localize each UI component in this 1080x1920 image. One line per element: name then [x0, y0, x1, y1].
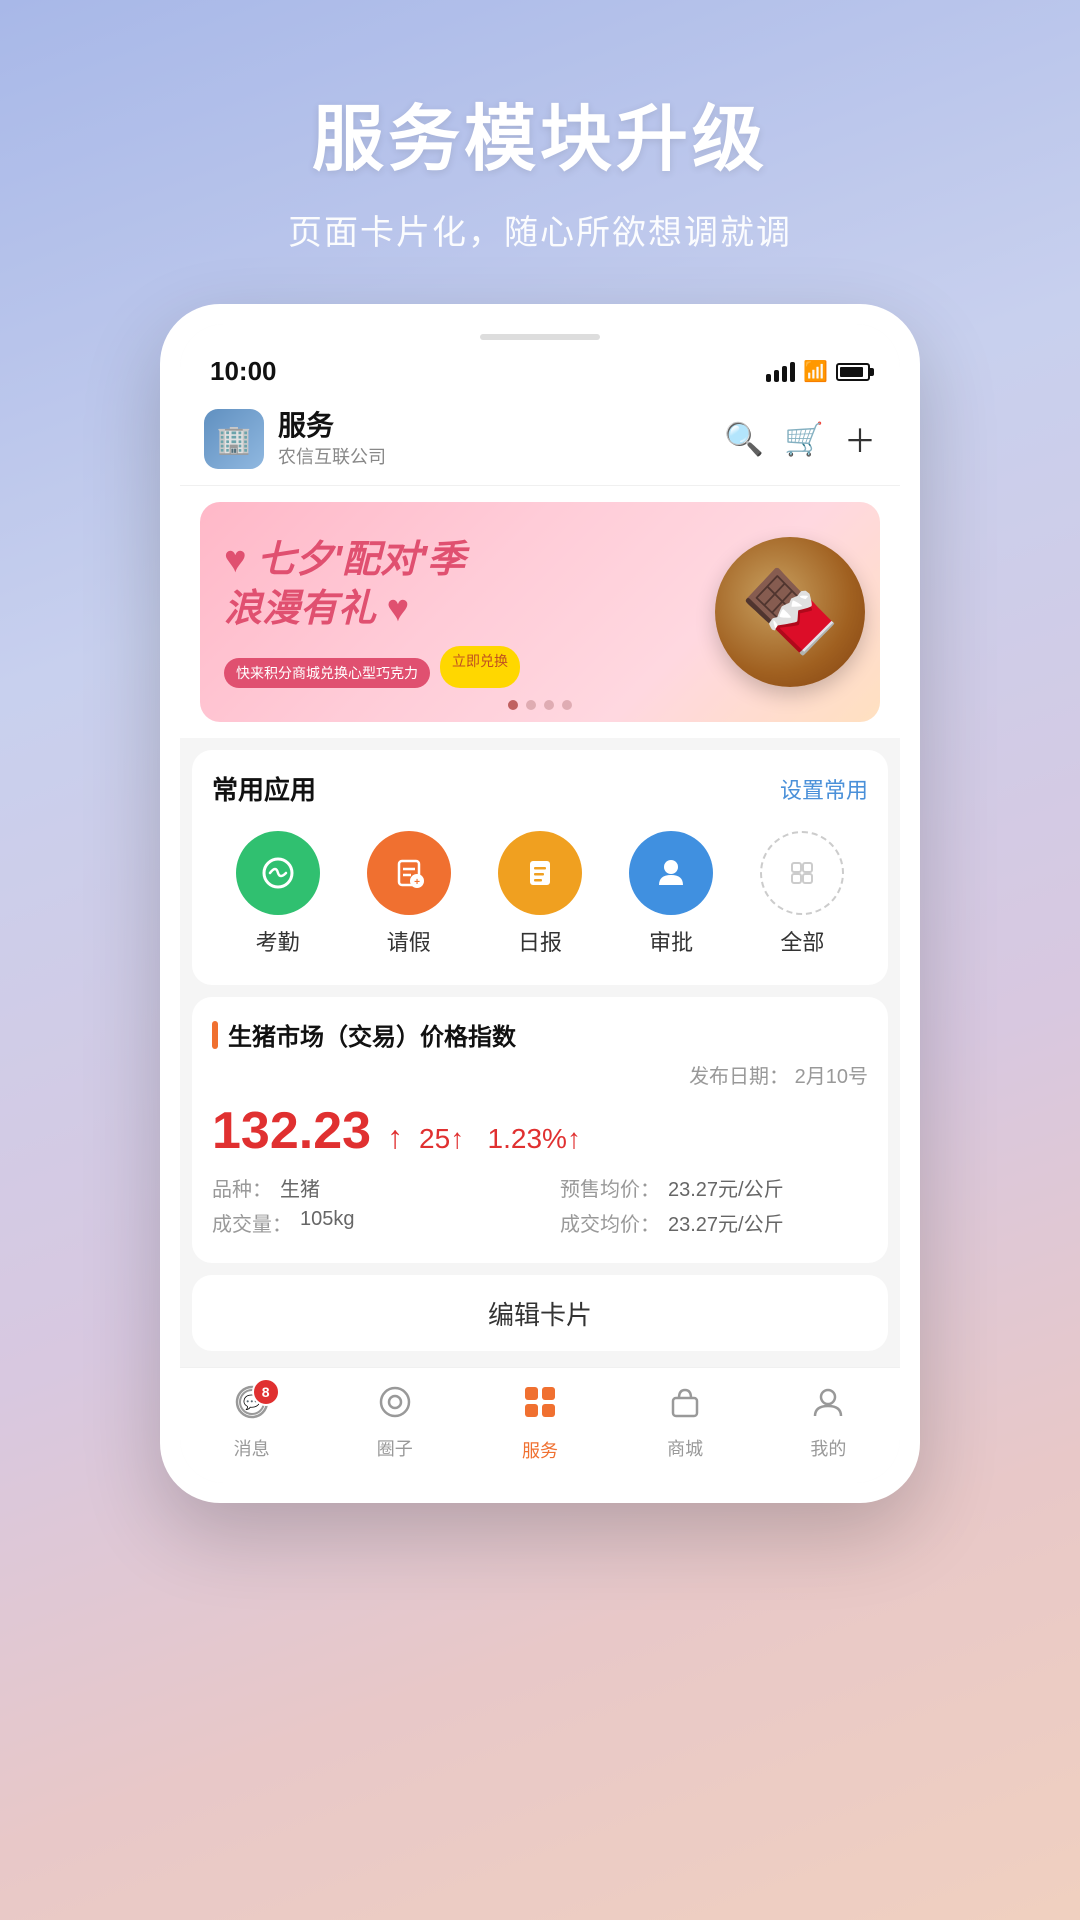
price-change: 25↑ 1.23%↑ — [419, 1123, 581, 1155]
detail-trans-price: 成交均价： 23.27元/公斤 — [560, 1208, 868, 1237]
section-header: 常用应用 设置常用 — [212, 770, 868, 807]
all-label: 全部 — [780, 925, 824, 957]
nav-item-circle[interactable]: 圈子 — [377, 1384, 413, 1461]
service-label: 服务 — [522, 1437, 558, 1463]
signal-icon — [766, 362, 795, 382]
qingjia-icon: + — [367, 831, 451, 915]
app-item-ribao[interactable]: 日报 — [490, 831, 590, 957]
page-subtitle: 页面卡片化，随心所欲想调就调 — [40, 205, 1040, 254]
app-company: 农信互联公司 — [278, 443, 724, 469]
svg-text:+: + — [414, 877, 420, 888]
messages-label: 消息 — [234, 1435, 270, 1461]
app-name: 服务 — [278, 409, 724, 443]
ribao-label: 日报 — [518, 925, 562, 957]
app-header: 🏢 服务 农信互联公司 🔍 🛒 ＋ — [180, 397, 900, 486]
app-grid: 考勤 + 请假 — [212, 823, 868, 965]
header-actions: 🔍 🛒 ＋ — [724, 416, 876, 462]
app-name-block: 服务 农信互联公司 — [278, 409, 724, 469]
battery-fill — [840, 367, 863, 377]
market-detail-right: 预售均价： 23.27元/公斤 成交均价： 23.27元/公斤 — [560, 1173, 868, 1243]
detail-volume: 成交量： 105kg — [212, 1208, 520, 1237]
nav-item-messages[interactable]: 💬 8 消息 — [234, 1384, 270, 1461]
edit-card-button[interactable]: 编辑卡片 — [192, 1275, 888, 1351]
kaoqin-label: 考勤 — [256, 925, 300, 957]
shop-label: 商城 — [667, 1435, 703, 1461]
app-logo: 🏢 — [204, 409, 264, 469]
messages-badge: 8 — [252, 1378, 280, 1406]
bottom-nav: 💬 8 消息 圈子 — [180, 1367, 900, 1483]
market-date: 发布日期： 2月10号 — [212, 1060, 868, 1089]
phone-screen: 10:00 📶 🏢 服务 农信互联公司 🔍 🛒 ＋ — [180, 324, 900, 1483]
all-icon — [760, 831, 844, 915]
phone-mockup: 10:00 📶 🏢 服务 农信互联公司 🔍 🛒 ＋ — [160, 304, 920, 1503]
app-item-shenpi[interactable]: 审批 — [621, 831, 721, 957]
market-details: 品种： 生猪 成交量： 105kg 预售均价： 23.27元/公斤 成交均价： — [212, 1173, 868, 1243]
common-apps-section: 常用应用 设置常用 考勤 — [192, 750, 888, 985]
common-apps-title: 常用应用 — [212, 770, 316, 807]
banner-sub-text: 快来积分商城兑换心型巧克力 — [224, 658, 430, 688]
nav-item-service[interactable]: 服务 — [520, 1382, 560, 1463]
market-detail-left: 品种： 生猪 成交量： 105kg — [212, 1173, 520, 1243]
ribao-icon — [498, 831, 582, 915]
mine-label: 我的 — [810, 1435, 846, 1461]
price-main: 132.23 — [212, 1105, 371, 1157]
shenpi-icon — [629, 831, 713, 915]
market-title: 生猪市场（交易）价格指数 — [228, 1017, 516, 1052]
market-indicator — [212, 1021, 218, 1049]
banner-text: ♥ 七夕'配对'季 浪漫有礼 ♥ 快来积分商城兑换心型巧克力 立即兑换 — [200, 516, 700, 709]
price-arrow: ↑ — [387, 1119, 403, 1156]
status-icons: 📶 — [766, 359, 870, 384]
qingjia-label: 请假 — [387, 925, 431, 957]
kaoqin-icon — [236, 831, 320, 915]
detail-breed: 品种： 生猪 — [212, 1173, 520, 1202]
cart-icon[interactable]: 🛒 — [784, 420, 824, 458]
notch-bar — [480, 334, 600, 340]
app-item-kaoqin[interactable]: 考勤 — [228, 831, 328, 957]
market-header: 生猪市场（交易）价格指数 — [212, 1017, 868, 1052]
status-time: 10:00 — [210, 356, 277, 387]
set-common-button[interactable]: 设置常用 — [780, 773, 868, 805]
banner-image: 🍫 — [700, 502, 880, 722]
chocolate-image: 🍫 — [715, 537, 865, 687]
app-item-all[interactable]: 全部 — [752, 831, 852, 957]
battery-icon — [836, 363, 870, 381]
market-card: 生猪市场（交易）价格指数 发布日期： 2月10号 132.23 ↑ 25↑ 1.… — [192, 997, 888, 1263]
add-icon[interactable]: ＋ — [844, 416, 876, 462]
banner[interactable]: ♥ 七夕'配对'季 浪漫有礼 ♥ 快来积分商城兑换心型巧克力 立即兑换 🍫 — [200, 502, 880, 722]
market-price-row: 132.23 ↑ 25↑ 1.23%↑ — [212, 1105, 868, 1157]
shenpi-label: 审批 — [649, 925, 693, 957]
wifi-icon: 📶 — [803, 359, 828, 384]
service-icon — [520, 1382, 560, 1431]
circle-label: 圈子 — [377, 1435, 413, 1461]
page-header: 服务模块升级 页面卡片化，随心所欲想调就调 — [0, 0, 1080, 294]
mine-icon — [810, 1384, 846, 1429]
phone-notch — [180, 324, 900, 340]
app-item-qingjia[interactable]: + 请假 — [359, 831, 459, 957]
nav-item-mine[interactable]: 我的 — [810, 1384, 846, 1461]
banner-title: ♥ 七夕'配对'季 浪漫有礼 ♥ — [224, 536, 676, 635]
circle-icon — [377, 1384, 413, 1429]
nav-item-shop[interactable]: 商城 — [667, 1384, 703, 1461]
detail-pre-price: 预售均价： 23.27元/公斤 — [560, 1173, 868, 1202]
search-icon[interactable]: 🔍 — [724, 420, 764, 458]
page-title: 服务模块升级 — [40, 80, 1040, 185]
status-bar: 10:00 📶 — [180, 340, 900, 397]
banner-action[interactable]: 立即兑换 — [440, 646, 520, 688]
banner-section: ♥ 七夕'配对'季 浪漫有礼 ♥ 快来积分商城兑换心型巧克力 立即兑换 🍫 — [180, 486, 900, 738]
shop-icon — [667, 1384, 703, 1429]
